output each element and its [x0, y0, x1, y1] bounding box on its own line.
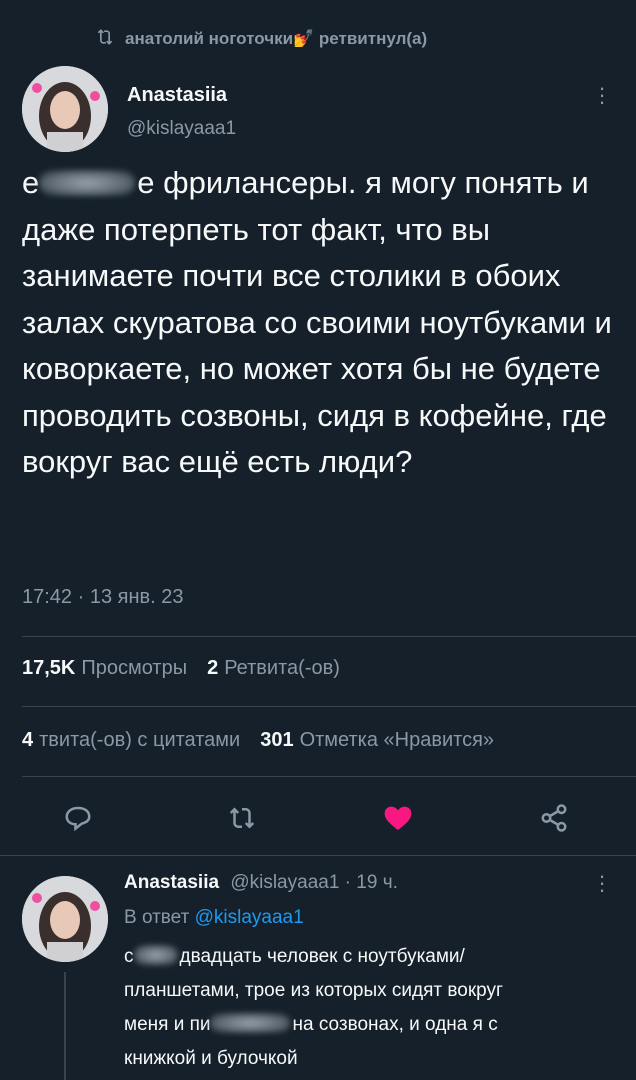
tweet-timestamp[interactable]: 17:42 · 13 янв. 23 [22, 586, 183, 609]
heart-icon [384, 806, 412, 830]
tweet-text-prefix: е [22, 165, 40, 200]
author-name[interactable]: Anastasiia [127, 84, 227, 107]
author-handle[interactable]: @kislayaaa1 [127, 118, 236, 140]
thread-line [64, 972, 66, 1080]
reply-author-name[interactable]: Anastasiia [124, 872, 219, 893]
retweet-context-label: анатолий ноготочки💅 ретвитнул(а) [125, 29, 428, 48]
reply-handle-time[interactable]: @kislayaaa1 · 19 ч. [230, 872, 398, 893]
tweet-text-body: е фрилансеры. я могу понять и даже потер… [22, 165, 612, 479]
stats-views-retweets: 17,5K Просмотры 2 Ретвита(-ов) [22, 657, 340, 680]
reply-header: Anastasiia @kislayaaa1 · 19 ч. [124, 872, 398, 894]
reply-text: с двадцать человек с ноутбуками/ планшета… [124, 940, 624, 1076]
reply-line: книжкой и булочкой [124, 1048, 298, 1069]
quotes-stat[interactable]: 4 твита(-ов) с цитатами [22, 729, 240, 752]
reply-line: меня и пи на созвонах, и одна я с [124, 1013, 498, 1035]
retweet-icon [229, 807, 255, 829]
retweets-stat[interactable]: 2 Ретвита(-ов) [207, 657, 340, 680]
views-stat[interactable]: 17,5K Просмотры [22, 657, 187, 680]
divider [22, 776, 636, 777]
retweet-button[interactable] [222, 798, 262, 838]
avatar[interactable] [22, 66, 108, 152]
reply-avatar[interactable] [22, 876, 108, 962]
blurred-word [39, 170, 136, 196]
share-icon [541, 804, 567, 832]
share-button[interactable] [534, 798, 574, 838]
reply-line: планшетами, трое из которых сидят вокруг [124, 980, 503, 1001]
in-reply-to: В ответ @kislayaaa1 [124, 907, 304, 928]
reply-button[interactable] [58, 798, 98, 838]
blurred-word [210, 1013, 291, 1033]
divider [22, 706, 636, 707]
retweet-context[interactable]: анатолий ноготочки💅 ретвитнул(а) [95, 26, 427, 52]
divider [0, 855, 636, 856]
blurred-word [133, 945, 178, 965]
stats-quotes-likes: 4 твита(-ов) с цитатами 301 Отметка «Нрави… [22, 729, 494, 752]
retweet-icon [95, 27, 115, 52]
likes-stat[interactable]: 301 Отметка «Нравится» [260, 729, 494, 752]
in-reply-to-handle[interactable]: @kislayaaa1 [195, 907, 304, 928]
like-button[interactable] [378, 798, 418, 838]
more-icon[interactable]: · · · [597, 77, 607, 113]
more-icon[interactable]: · · · [597, 865, 607, 901]
divider [22, 636, 636, 637]
reply-icon [65, 806, 91, 832]
reply-line: с двадцать человек с ноутбуками/ [124, 945, 465, 967]
tweet-text: ее фрилансеры. я могу понять и даже поте… [22, 160, 622, 486]
